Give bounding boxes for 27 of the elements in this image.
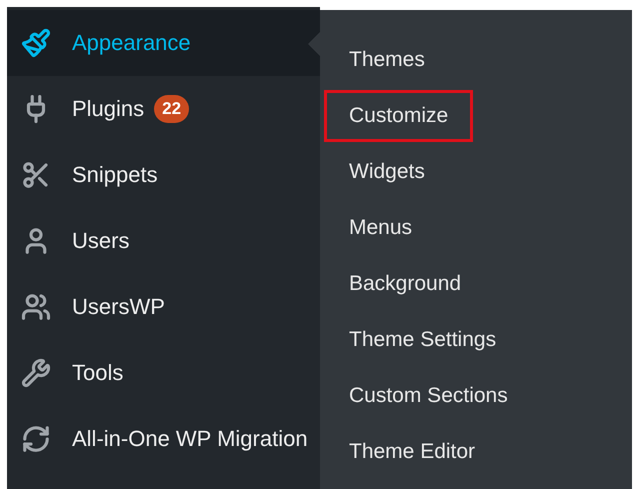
wrench-icon	[20, 358, 52, 388]
submenu-item[interactable]: Menus	[324, 202, 438, 254]
menu-label: UsersWP	[72, 293, 165, 321]
submenu-item[interactable]: Custom Sections	[324, 370, 533, 422]
submenu-item[interactable]: Theme Settings	[324, 314, 522, 366]
sidebar-item[interactable]: UsersWP	[7, 274, 320, 340]
sidebar-item[interactable]: Plugins 22	[7, 76, 320, 142]
submenu-item[interactable]: Customize	[324, 90, 474, 142]
menu-label: Plugins	[72, 95, 144, 123]
submenu-item[interactable]: Widgets	[324, 146, 450, 198]
submenu-item[interactable]: Themes	[324, 34, 450, 86]
menu-label: Appearance	[72, 29, 191, 57]
sidebar-item[interactable]: Tools	[7, 340, 320, 406]
paintbrush-icon	[20, 28, 52, 58]
menu-label: All-in-One WP Migration	[72, 425, 308, 453]
sidebar-item[interactable]: Users	[7, 208, 320, 274]
submenu-item[interactable]: Background	[324, 258, 486, 310]
users-icon	[20, 292, 52, 322]
count-badge: 22	[154, 95, 190, 123]
sidebar-item[interactable]: All-in-One WP Migration	[7, 406, 320, 472]
menu-label: Tools	[72, 359, 124, 387]
sidebar-item[interactable]: Appearance	[7, 10, 320, 76]
submenu-item[interactable]: Theme Editor	[324, 426, 500, 478]
circular-arrows-icon	[20, 424, 52, 454]
menu-label: Users	[72, 227, 130, 255]
menu-label: Snippets	[72, 161, 158, 189]
sidebar-item[interactable]: Snippets	[7, 142, 320, 208]
